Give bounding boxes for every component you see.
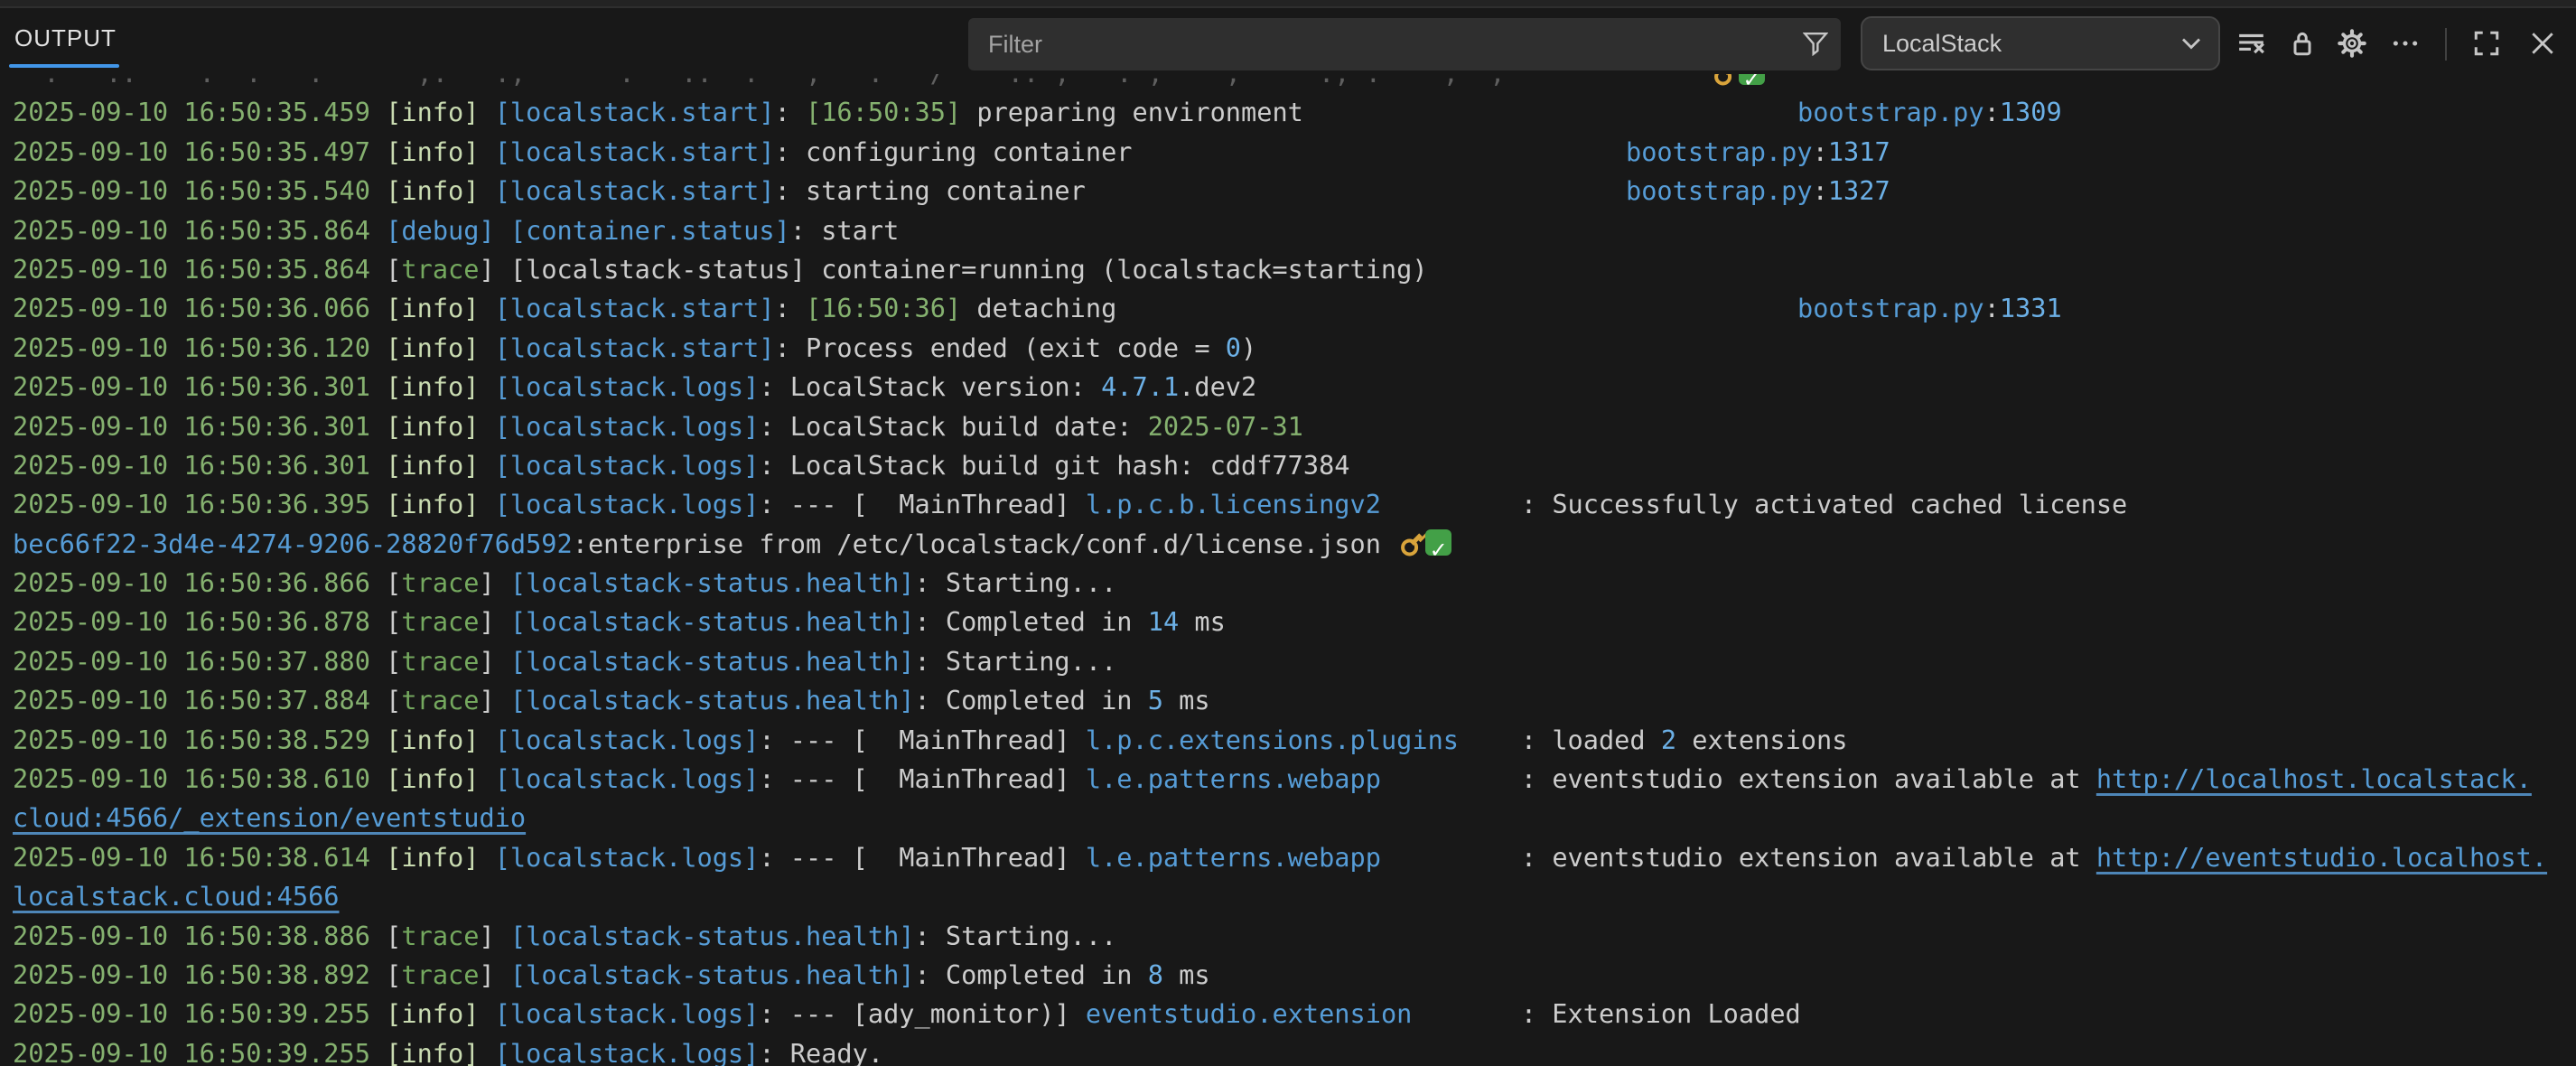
log-line: bec66f22-3d4e-4274-9206-28820f76d592:ent… — [0, 525, 2576, 564]
url-link[interactable]: localstack.cloud:4566 — [13, 881, 340, 912]
settings-button[interactable] — [2331, 23, 2373, 64]
active-tab-indicator — [9, 64, 119, 68]
log-line: 2025-09-10 16:50:35.864 [debug] [contain… — [0, 211, 2576, 250]
log-line: 2025-09-10 16:50:39.255 [info] [localsta… — [0, 995, 2576, 1033]
clear-output-button[interactable] — [2231, 23, 2273, 64]
log-line: 2025-09-10 16:50:37.884 [trace] [localst… — [0, 681, 2576, 720]
log-line: 2025-09-10 16:50:36.395 [info] [localsta… — [0, 485, 2576, 524]
output-panel: OUTPUT LocalStack — [0, 0, 2576, 1066]
check-emoji — [1425, 529, 1451, 556]
url-link[interactable]: cloud:4566/_extension/eventstudio — [13, 802, 526, 833]
log-line: 2025-09-10 16:50:36.301 [info] [localsta… — [0, 407, 2576, 446]
expand-icon — [2472, 29, 2501, 58]
panel-header: OUTPUT LocalStack — [0, 8, 2576, 74]
clear-output-icon — [2236, 29, 2267, 58]
log-line: 2025-09-10 16:50:36.120 [info] [localsta… — [0, 329, 2576, 368]
log-line: 2025-09-10 16:50:39.255 [info] [localsta… — [0, 1034, 2576, 1066]
log-line: 2025-09-10 16:50:38.529 [info] [localsta… — [0, 721, 2576, 760]
maximize-panel-button[interactable] — [2466, 23, 2507, 64]
file-link[interactable]: bootstrap.py:1317 — [1626, 133, 1890, 172]
file-link[interactable]: bootstrap.py:1331 — [1797, 289, 2062, 328]
gear-icon — [2337, 28, 2367, 59]
channel-select[interactable]: LocalStack — [1861, 16, 2220, 70]
log-line: 2025-09-10 16:50:35.864 [trace] [localst… — [0, 250, 2576, 289]
url-link[interactable]: http://eventstudio.localhost. — [2096, 842, 2547, 873]
file-link[interactable]: bootstrap.py:1309 — [1797, 93, 2062, 132]
filter-icon[interactable] — [1803, 31, 1828, 56]
log-line: 2025-09-10 16:50:38.892 [trace] [localst… — [0, 956, 2576, 995]
ellipsis-icon — [2390, 29, 2421, 58]
filter-input[interactable] — [968, 18, 1841, 70]
file-link[interactable] — [1710, 74, 1765, 93]
check-emoji — [1739, 74, 1765, 85]
log-line: 2025-09-10 16:50:36.066 [info] [localsta… — [0, 289, 2576, 328]
log-line: cloud:4566/_extension/eventstudio — [0, 799, 2576, 837]
log-lines: . .. . . . ,. ., . .. . , . / .. , . , ,… — [0, 74, 2576, 1066]
log-line: . .. . . . ,. ., . .. . , . / .. , . , ,… — [0, 74, 2576, 93]
panel-top-border — [0, 0, 2576, 8]
close-panel-button[interactable] — [2522, 23, 2563, 64]
log-line: 2025-09-10 16:50:38.610 [info] [localsta… — [0, 760, 2576, 799]
log-line: localstack.cloud:4566 — [0, 877, 2576, 916]
log-line: 2025-09-10 16:50:36.301 [info] [localsta… — [0, 368, 2576, 407]
filter-container — [968, 18, 1841, 70]
more-actions-button[interactable] — [2385, 23, 2426, 64]
file-link[interactable]: bootstrap.py:1327 — [1626, 172, 1890, 210]
toolbar-separator — [2445, 28, 2447, 61]
log-line: 2025-09-10 16:50:38.886 [trace] [localst… — [0, 917, 2576, 956]
chevron-down-icon — [2179, 32, 2204, 55]
scroll-lock-button[interactable] — [2282, 23, 2323, 64]
lock-icon — [2288, 29, 2317, 58]
channel-select-value: LocalStack — [1862, 30, 2179, 58]
url-link[interactable]: http://localhost.localstack. — [2096, 763, 2532, 794]
tab-output[interactable]: OUTPUT — [14, 24, 117, 52]
log-line: 2025-09-10 16:50:36.301 [info] [localsta… — [0, 446, 2576, 485]
log-line: 2025-09-10 16:50:35.459 [info] [localsta… — [0, 93, 2576, 132]
close-icon — [2529, 30, 2556, 57]
log-line: 2025-09-10 16:50:36.878 [trace] [localst… — [0, 603, 2576, 641]
log-line: 2025-09-10 16:50:35.497 [info] [localsta… — [0, 133, 2576, 172]
log-line: 2025-09-10 16:50:38.614 [info] [localsta… — [0, 838, 2576, 877]
log-line: 2025-09-10 16:50:37.880 [trace] [localst… — [0, 642, 2576, 681]
log-line: 2025-09-10 16:50:36.866 [trace] [localst… — [0, 564, 2576, 603]
tab-output-label: OUTPUT — [14, 24, 117, 51]
log-line: 2025-09-10 16:50:35.540 [info] [localsta… — [0, 172, 2576, 210]
